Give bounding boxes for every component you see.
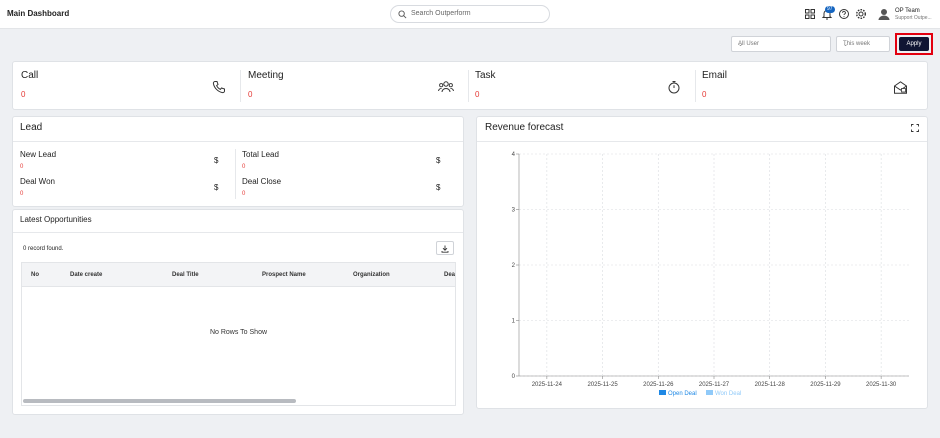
period-filter-select[interactable]: This week ⌄ <box>836 36 890 52</box>
user-filter-select[interactable]: All User ⌄ <box>731 36 831 52</box>
opportunities-card: Latest Opportunities 0 record found. No … <box>12 209 464 415</box>
stat-email-value: 0 <box>702 90 707 99</box>
user-subtitle: Support Outpe... <box>895 15 932 21</box>
y-tick-label: 1 <box>512 319 516 325</box>
column-header[interactable]: Deal Title <box>172 272 199 278</box>
new-lead-value: 0 <box>20 164 24 170</box>
avatar[interactable] <box>877 7 891 21</box>
divider <box>13 232 463 233</box>
deal-close-value: 0 <box>242 191 246 197</box>
y-tick-label: 0 <box>512 374 516 380</box>
column-header[interactable]: Date create <box>70 272 102 278</box>
legend-swatch <box>706 390 713 395</box>
help-icon[interactable] <box>838 8 850 20</box>
table-header: No Date create Deal Title Prospect Name … <box>22 263 455 287</box>
stat-meeting-value: 0 <box>248 90 253 99</box>
chevron-down-icon: ⌄ <box>843 42 849 48</box>
total-lead-label: Total Lead <box>242 150 279 159</box>
chevron-down-icon: ⌄ <box>738 42 744 48</box>
divider <box>13 141 463 142</box>
column-header[interactable]: Dea <box>444 272 455 278</box>
y-tick-label: 3 <box>512 208 516 214</box>
record-count: 0 record found. <box>23 246 64 252</box>
stat-call-value: 0 <box>21 90 26 99</box>
apps-grid-icon[interactable] <box>804 8 816 20</box>
lead-title: Lead <box>20 122 43 133</box>
column-header[interactable]: Organization <box>353 272 390 278</box>
opportunities-title: Latest Opportunities <box>20 215 92 224</box>
page-title: Main Dashboard <box>7 9 70 18</box>
total-lead-value: 0 <box>242 164 246 170</box>
notification-badge: 97 <box>825 6 835 13</box>
apply-button[interactable]: Apply <box>899 37 929 51</box>
download-button[interactable] <box>436 241 454 255</box>
column-header[interactable]: No <box>31 272 39 278</box>
gear-icon[interactable] <box>855 8 867 20</box>
legend-label: Open Deal <box>668 391 697 397</box>
activity-stats-card: Call 0 Meeting 0 Task 0 Email 0 <box>12 61 928 110</box>
divider <box>477 141 927 142</box>
x-tick-label: 2025-11-28 <box>755 382 786 388</box>
revenue-forecast-card: Revenue forecast 0 1 2 3 4 2025-11-24 2025-11-… <box>476 116 928 409</box>
stat-task-label: Task <box>475 70 496 81</box>
deal-won-value: 0 <box>20 191 24 197</box>
horizontal-scrollbar[interactable] <box>23 399 296 403</box>
search-icon <box>398 10 407 19</box>
x-tick-label: 2025-11-25 <box>587 382 618 388</box>
stat-call-label: Call <box>21 70 39 81</box>
deal-close-label: Deal Close <box>242 177 282 186</box>
revenue-chart: 0 1 2 3 4 2025-11-24 2025-11-25 2025-11-26 2025-… <box>512 152 909 397</box>
search-box[interactable]: Search Outperform <box>390 5 550 23</box>
column-header[interactable]: Prospect Name <box>262 272 306 278</box>
x-tick-label: 2025-11-24 <box>532 382 563 388</box>
y-tick-label: 2 <box>512 263 516 269</box>
empty-state-text: No Rows To Show <box>209 329 268 336</box>
x-tick-label: 2025-11-26 <box>643 382 674 388</box>
opportunities-table: No Date create Deal Title Prospect Name … <box>21 262 456 406</box>
user-name[interactable]: OP Team <box>895 8 920 14</box>
x-tick-label: 2025-11-29 <box>810 382 841 388</box>
y-tick-label: 4 <box>512 152 516 158</box>
download-icon <box>441 245 449 253</box>
stat-divider <box>695 70 696 102</box>
stat-meeting-label: Meeting <box>248 70 284 81</box>
stat-task-value: 0 <box>475 90 480 99</box>
x-tick-label: 2025-11-27 <box>699 382 730 388</box>
legend-swatch <box>659 390 666 395</box>
apply-highlight: Apply <box>895 33 933 55</box>
revenue-forecast-title: Revenue forecast <box>485 122 564 133</box>
stat-divider <box>468 70 469 102</box>
top-bar: Main Dashboard Search Outperform 97 OP T… <box>0 0 940 29</box>
lead-divider <box>235 149 236 199</box>
users-icon <box>438 81 454 93</box>
deal-won-unit: $ <box>214 183 219 192</box>
legend-label: Won Deal <box>715 391 741 397</box>
phone-icon <box>212 81 225 94</box>
lead-card: Lead New Lead 0 $ Total Lead 0 $ Deal Wo… <box>12 116 464 207</box>
search-input[interactable]: Search Outperform <box>411 10 471 17</box>
stopwatch-icon <box>668 81 680 94</box>
new-lead-unit: $ <box>214 156 219 165</box>
stat-divider <box>240 70 241 102</box>
deal-close-unit: $ <box>436 183 441 192</box>
new-lead-label: New Lead <box>20 150 57 159</box>
mail-open-icon <box>894 81 907 94</box>
expand-icon[interactable] <box>911 124 919 132</box>
total-lead-unit: $ <box>436 156 441 165</box>
x-tick-label: 2025-11-30 <box>866 382 897 388</box>
deal-won-label: Deal Won <box>20 177 55 186</box>
stat-email-label: Email <box>702 70 728 81</box>
